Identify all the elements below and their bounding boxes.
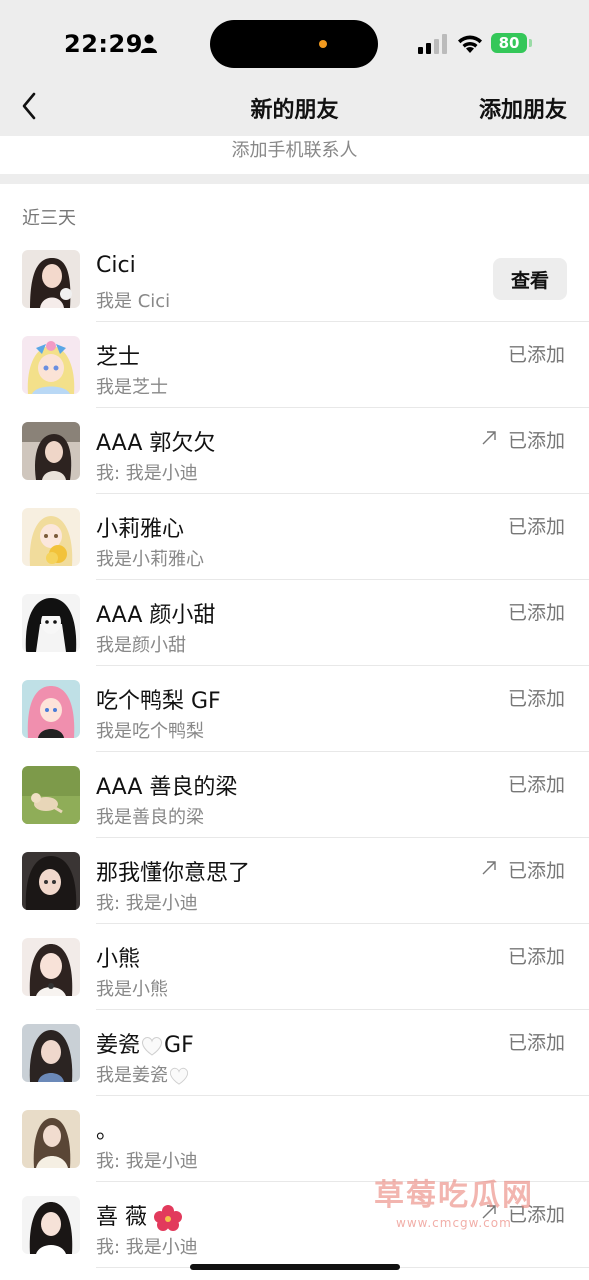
added-status: 已添加 xyxy=(507,344,565,366)
status-time: 22:29 xyxy=(64,30,143,58)
added-status: 已添加 xyxy=(507,774,565,796)
friend-row[interactable]: 小莉雅心 我是小莉雅心 已添加 xyxy=(0,494,589,580)
friend-row[interactable]: Cici 我是 Cici 查看 xyxy=(0,236,589,322)
friend-message: 我是颜小甜 xyxy=(96,635,186,656)
nav-bar: 新的朋友 添加朋友 xyxy=(0,80,589,136)
section-label-recent: 近三天 xyxy=(22,208,76,229)
cellular-signal-icon xyxy=(418,34,447,54)
friend-message: 我: 我是小迪 xyxy=(96,1151,198,1172)
white-heart-icon xyxy=(169,1067,189,1085)
friend-message: 我是善良的梁 xyxy=(96,807,204,828)
person-icon xyxy=(141,34,157,53)
battery-level: 80 xyxy=(498,34,520,52)
friend-row[interactable]: AAA 颜小甜 我是颜小甜 已添加 xyxy=(0,580,589,666)
added-status: 已添加 xyxy=(507,946,565,968)
avatar xyxy=(22,1024,80,1082)
hibiscus-flower-icon xyxy=(154,1205,182,1231)
friend-name: AAA 颜小甜 xyxy=(96,603,216,628)
avatar xyxy=(22,938,80,996)
friend-row[interactable]: 姜瓷 GF 我是姜瓷 已添加 xyxy=(0,1010,589,1096)
view-button[interactable]: 查看 xyxy=(493,258,567,300)
added-status: 已添加 xyxy=(507,1032,565,1054)
avatar xyxy=(22,594,80,652)
friend-row[interactable]: 小熊 我是小熊 已添加 xyxy=(0,924,589,1010)
dynamic-island xyxy=(210,20,378,68)
section-gap xyxy=(0,174,589,184)
friend-name: 。 xyxy=(96,1119,119,1144)
avatar xyxy=(22,766,80,824)
battery-cap xyxy=(529,39,532,47)
wifi-icon xyxy=(458,35,482,53)
battery-icon: 80 xyxy=(491,33,527,53)
friend-message: 我是姜瓷 xyxy=(96,1061,190,1087)
avatar xyxy=(22,852,80,910)
friend-name-part: GF xyxy=(164,1033,194,1058)
added-status: 已添加 xyxy=(507,516,565,538)
friend-name: 那我懂你意思了 xyxy=(96,861,251,886)
friend-message: 我是芝士 xyxy=(96,377,168,398)
friend-message: 我是小莉雅心 xyxy=(96,549,204,570)
friend-name: 姜瓷 GF xyxy=(96,1027,194,1059)
friend-name-text: 喜 薇 xyxy=(96,1205,147,1230)
status-bar: 22:29 80 xyxy=(0,0,589,88)
camera-indicator-icon xyxy=(319,40,327,48)
avatar xyxy=(22,250,80,308)
watermark: 草莓吃瓜网 www.cmcgw.com xyxy=(360,1168,580,1238)
add-phone-contacts-label: 添加手机联系人 xyxy=(231,140,358,161)
friend-row[interactable]: AAA 郭欠欠 我: 我是小迪 已添加 xyxy=(0,408,589,494)
friend-message: 我: 我是小迪 xyxy=(96,893,198,914)
watermark-url: www.cmcgw.com xyxy=(396,1216,512,1230)
avatar xyxy=(22,680,80,738)
arrow-up-right-icon xyxy=(482,431,496,445)
friend-name: 吃个鸭梨 GF xyxy=(96,689,221,714)
added-status: 已添加 xyxy=(507,688,565,710)
friend-row[interactable]: 那我懂你意思了 我: 我是小迪 已添加 xyxy=(0,838,589,924)
avatar xyxy=(22,508,80,566)
friend-row[interactable]: 吃个鸭梨 GF 我是吃个鸭梨 已添加 xyxy=(0,666,589,752)
friend-row[interactable]: 芝士 我是芝士 已添加 xyxy=(0,322,589,408)
friend-name: 小熊 xyxy=(96,947,141,972)
friend-name: AAA 郭欠欠 xyxy=(96,431,216,456)
avatar xyxy=(22,336,80,394)
friend-name: Cici xyxy=(96,253,136,278)
friend-message: 我: 我是小迪 xyxy=(96,463,198,484)
avatar xyxy=(22,1110,80,1168)
friend-message-text: 我是姜瓷 xyxy=(96,1065,168,1086)
arrow-up-right-icon xyxy=(482,861,496,875)
friend-message: 我是吃个鸭梨 xyxy=(96,721,204,742)
friend-name: 芝士 xyxy=(96,345,141,370)
friend-name: AAA 善良的梁 xyxy=(96,775,238,800)
added-status: 已添加 xyxy=(507,430,565,452)
add-friend-button[interactable]: 添加朋友 xyxy=(479,92,567,124)
home-indicator[interactable] xyxy=(190,1264,400,1270)
add-phone-contacts-row[interactable]: 添加手机联系人 xyxy=(0,136,589,174)
friend-message: 我: 我是小迪 xyxy=(96,1237,198,1258)
friend-row[interactable]: AAA 善良的梁 我是善良的梁 已添加 xyxy=(0,752,589,838)
friend-message: 我是 Cici xyxy=(96,291,171,312)
watermark-title: 草莓吃瓜网 xyxy=(374,1178,534,1213)
added-status: 已添加 xyxy=(507,860,565,882)
added-status: 已添加 xyxy=(507,602,565,624)
friend-name-part: 姜瓷 xyxy=(96,1033,141,1058)
friend-name: 小莉雅心 xyxy=(96,517,185,542)
friend-name: 喜 薇 xyxy=(96,1199,182,1231)
friend-message: 我是小熊 xyxy=(96,979,168,1000)
avatar xyxy=(22,1196,80,1254)
white-heart-icon xyxy=(142,1037,162,1056)
avatar xyxy=(22,422,80,480)
